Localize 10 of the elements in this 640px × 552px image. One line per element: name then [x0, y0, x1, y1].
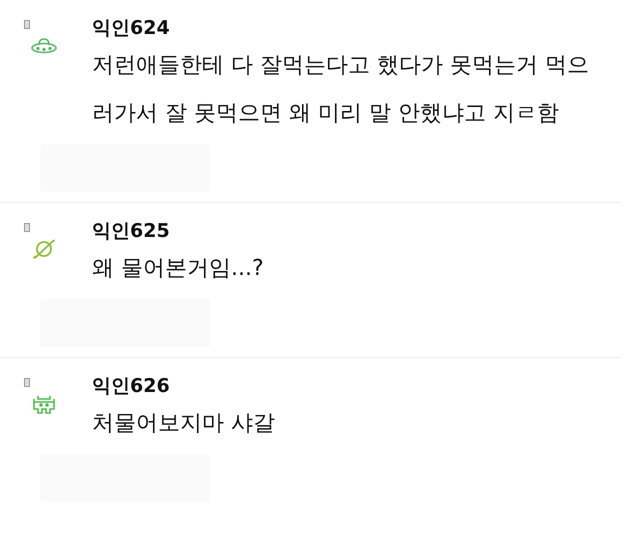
small-square-icon — [24, 378, 30, 387]
small-square-icon — [24, 223, 30, 232]
comment-text: 처물어보지마 샤갈 — [92, 410, 276, 438]
comment-text: 러가서 잘 못먹으면 왜 미리 말 안했냐고 지ㄹ함 — [92, 100, 560, 128]
author-name: 익인626 — [92, 374, 171, 399]
author-name: 익인624 — [92, 16, 171, 41]
author-name: 익인625 — [92, 219, 171, 244]
comment-text: 왜 물어본거임...? — [92, 255, 265, 283]
comment-text: 저런애들한테 다 잘먹는다고 했다가 못먹는거 먹으 — [92, 52, 590, 80]
small-square-icon — [24, 20, 30, 29]
